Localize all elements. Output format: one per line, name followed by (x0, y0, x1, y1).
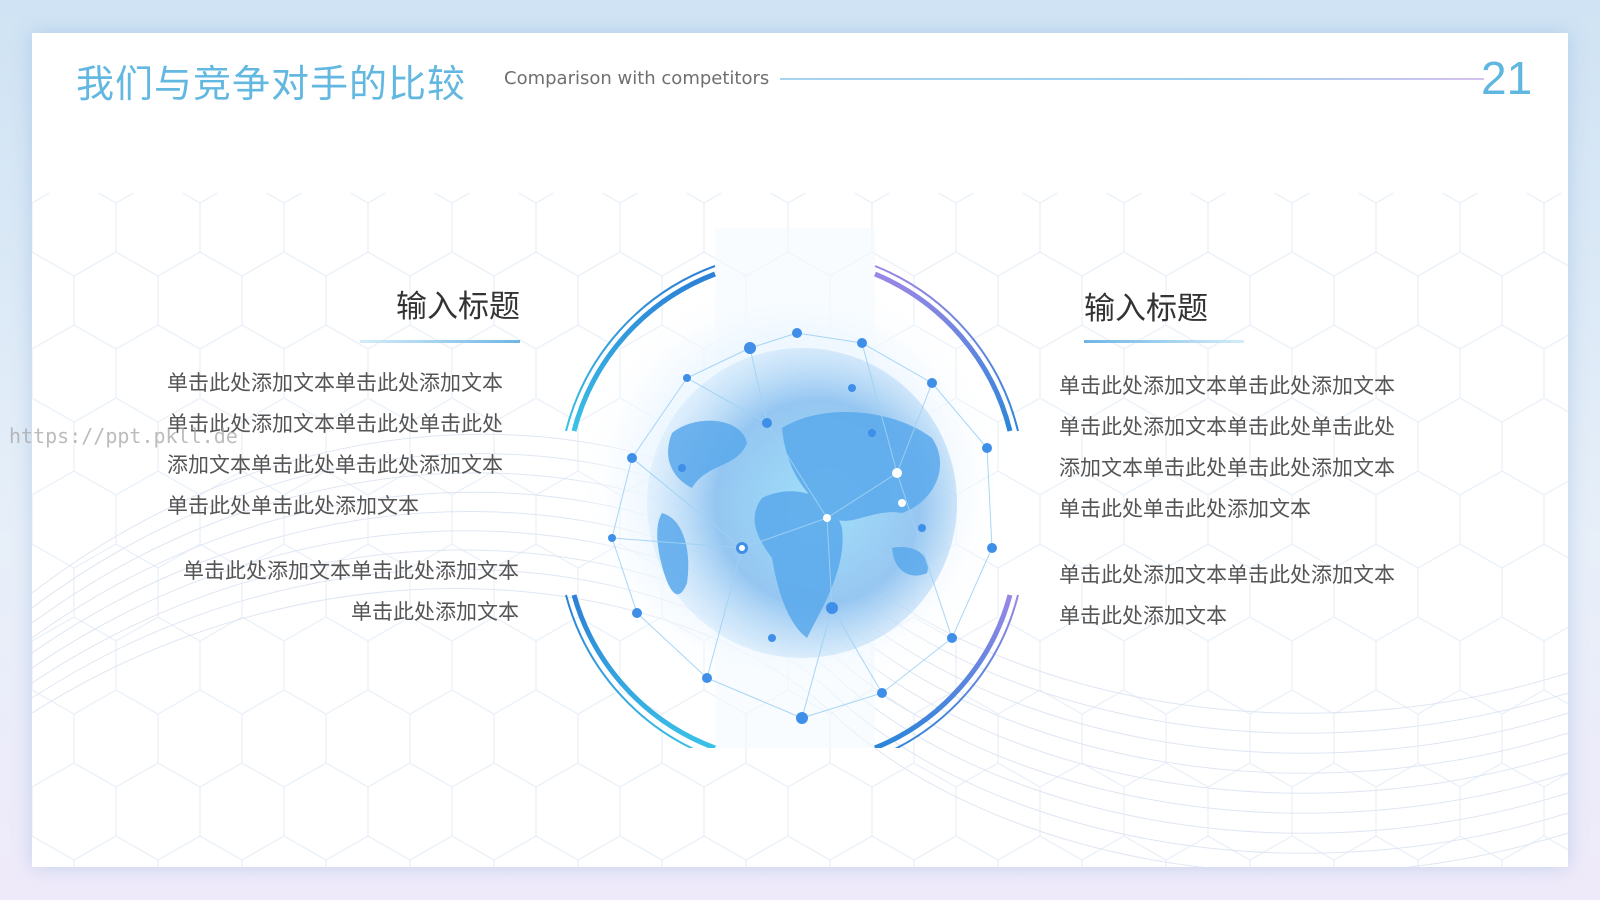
slide: 我们与竞争对手的比较 Comparison with competitors 2… (32, 33, 1568, 867)
page-number: 21 (1481, 52, 1533, 104)
right-heading-underline (1084, 340, 1244, 343)
right-paragraph-1: 单击此处添加文本单击此处添加文本单击此处添加文本单击此处单击此处添加文本单击此处… (1059, 374, 1395, 521)
globe-network-icon (565, 228, 1019, 748)
page-subtitle: Comparison with competitors (504, 68, 770, 89)
title-divider (780, 78, 1484, 80)
left-heading-underline (360, 340, 520, 343)
page-title: 我们与竞争对手的比较 (76, 62, 467, 106)
left-heading: 输入标题 (396, 289, 520, 325)
right-heading: 输入标题 (1084, 291, 1208, 327)
watermark-text: https://ppt.pkll.de (9, 424, 238, 448)
right-paragraph-2: 单击此处添加文本单击此处添加文本单击此处添加文本 (1059, 563, 1395, 628)
left-paragraph-2: 单击此处添加文本单击此处添加文本单击此处添加文本 (183, 559, 519, 624)
